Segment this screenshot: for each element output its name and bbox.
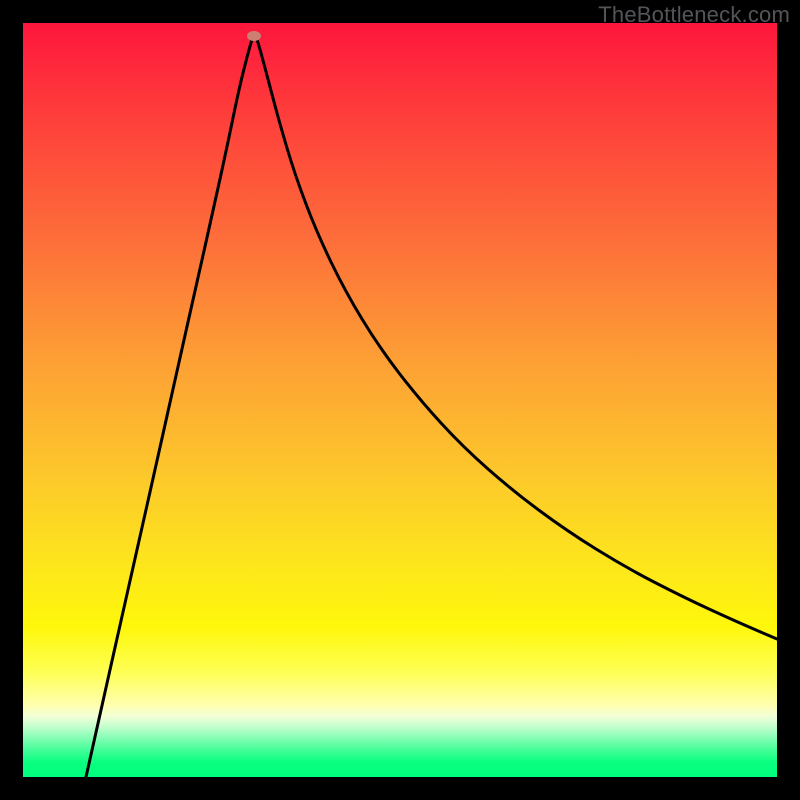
curve-path [86,36,777,777]
chart-frame [23,23,777,777]
optimum-marker [247,31,261,41]
bottleneck-curve [23,23,777,777]
